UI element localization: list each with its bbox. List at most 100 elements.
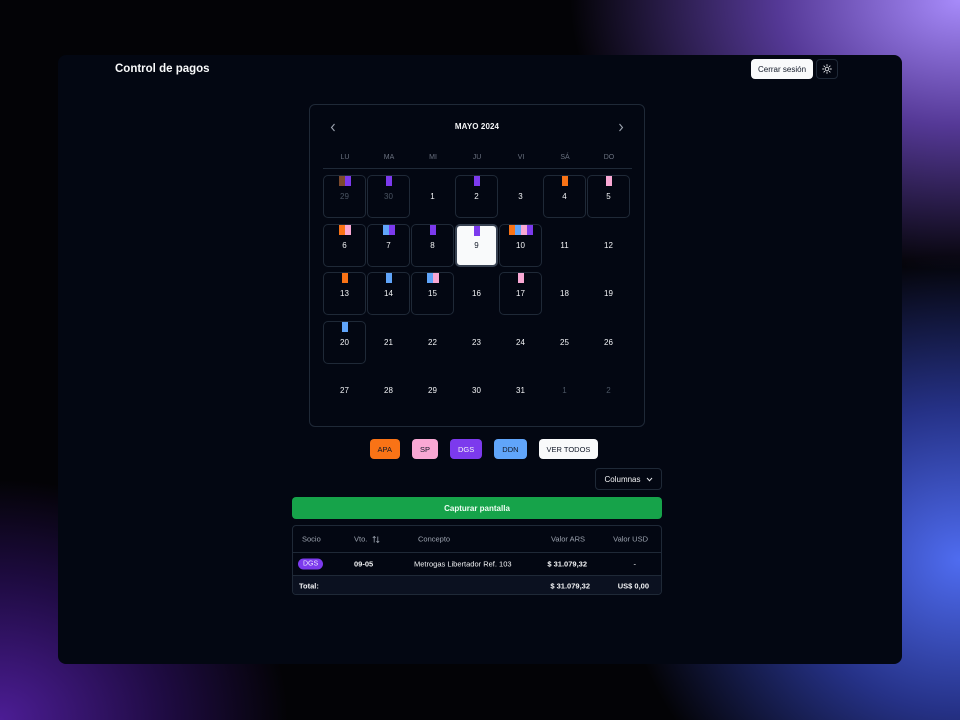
weekday-label: LU: [340, 154, 350, 161]
page-title: Control de pagos: [115, 63, 210, 75]
payment-marker: [473, 225, 480, 236]
filter-button-dgs[interactable]: DGS: [450, 439, 483, 459]
payment-markers: [412, 273, 453, 283]
calendar-day[interactable]: 30: [367, 175, 410, 218]
calendar-day[interactable]: 26: [587, 321, 630, 364]
value-ars-cell: $ 31.079,32: [547, 559, 587, 569]
calendar-day[interactable]: 2: [587, 369, 630, 412]
calendar-day[interactable]: 15: [411, 272, 454, 315]
payment-markers: [324, 224, 365, 235]
calendar-day[interactable]: 1: [411, 175, 454, 218]
day-number: 25: [560, 337, 569, 347]
day-number: 29: [340, 192, 349, 201]
table-header-row: Socio Vto. Concepto Valor ARS Valor USD: [293, 526, 661, 553]
column-header-vto[interactable]: Vto.: [354, 535, 380, 544]
filter-button-sp[interactable]: SP: [412, 439, 439, 459]
calendar-day[interactable]: 1: [543, 369, 586, 412]
calendar-day[interactable]: 8: [411, 223, 454, 267]
day-number: 30: [472, 386, 481, 395]
day-number: 24: [516, 337, 525, 347]
column-header-socio[interactable]: Socio: [302, 535, 321, 544]
calendar-day[interactable]: 3: [499, 175, 542, 218]
calendar-day[interactable]: 25: [543, 321, 586, 364]
filter-button-ver-todos[interactable]: VER TODOS: [538, 439, 599, 459]
payment-marker: [605, 176, 612, 186]
column-header-valor-usd[interactable]: Valor USD: [613, 535, 648, 544]
day-number: 27: [340, 386, 349, 395]
calendar-day[interactable]: 30: [455, 369, 498, 412]
calendar-day[interactable]: 13: [323, 272, 366, 315]
calendar-day[interactable]: 12: [587, 224, 630, 267]
partner-filter-bar: APA SP DGS DDN VER TODOS: [58, 439, 902, 459]
divider: [323, 168, 632, 169]
calendar-day[interactable]: 16: [455, 272, 498, 315]
logout-button[interactable]: Cerrar sesión: [751, 59, 814, 79]
payment-marker: [344, 224, 351, 235]
payment-markers: [500, 224, 541, 235]
weekday-label: MI: [429, 154, 437, 161]
day-number: 16: [472, 289, 481, 298]
day-number: 1: [430, 192, 435, 201]
payment-markers: [324, 176, 365, 186]
payment-markers: [368, 224, 409, 235]
calendar-day[interactable]: 22: [411, 321, 454, 364]
calendar-day[interactable]: 29: [323, 175, 366, 218]
column-header-valor-ars[interactable]: Valor ARS: [551, 535, 585, 544]
payment-marker: [388, 224, 395, 235]
columns-label: Columnas: [604, 474, 641, 484]
sort-icon: [372, 535, 380, 543]
day-number: 7: [386, 240, 391, 250]
calendar-day[interactable]: 19: [587, 272, 630, 315]
day-number: 11: [560, 240, 569, 250]
next-month-button[interactable]: [614, 120, 628, 134]
calendar-day[interactable]: 17: [499, 272, 542, 315]
filter-button-ddn[interactable]: DDN: [494, 439, 527, 459]
calendar-day-today[interactable]: 9: [455, 223, 498, 267]
payment-markers: [588, 176, 629, 186]
total-ars-cell: $ 31.079,32: [550, 581, 590, 591]
payment-marker: [526, 224, 533, 235]
calendar-day[interactable]: 10: [499, 223, 542, 267]
payment-markers: [544, 176, 585, 186]
calendar-day[interactable]: 4: [543, 175, 586, 218]
day-number: 20: [340, 337, 349, 347]
calendar-day[interactable]: 21: [367, 321, 410, 364]
capture-screen-button[interactable]: Capturar pantalla: [292, 497, 662, 519]
column-header-concepto[interactable]: Concepto: [418, 535, 450, 544]
calendar-day[interactable]: 23: [455, 321, 498, 364]
due-date-cell: 09-05: [354, 559, 374, 569]
weekday-label: SÁ: [560, 154, 570, 161]
calendar-day[interactable]: 11: [543, 224, 586, 267]
day-number: 18: [560, 289, 569, 298]
payment-markers: [412, 224, 453, 235]
day-number: 5: [606, 192, 611, 201]
payment-marker: [473, 176, 480, 186]
calendar-day[interactable]: 5: [587, 175, 630, 218]
table-row[interactable]: DGS 09-05 Metrogas Libertador Ref. 103 $…: [293, 553, 661, 576]
day-number: 3: [518, 192, 523, 201]
calendar-day[interactable]: 7: [367, 223, 410, 267]
filter-button-apa[interactable]: APA: [369, 439, 400, 459]
calendar-day[interactable]: 28: [367, 369, 410, 412]
month-label: MAYO 2024: [454, 122, 500, 131]
calendar-day[interactable]: 2: [455, 175, 498, 218]
day-number: 28: [384, 386, 393, 395]
calendar-day[interactable]: 6: [323, 223, 366, 267]
weekday-label: MA: [383, 154, 395, 161]
day-number: 31: [516, 386, 525, 395]
payment-marker: [429, 224, 436, 235]
columns-dropdown-button[interactable]: Columnas: [595, 468, 662, 490]
calendar-day[interactable]: 20: [323, 320, 366, 364]
calendar-day[interactable]: 31: [499, 369, 542, 412]
theme-toggle-button[interactable]: [816, 59, 838, 79]
day-number: 13: [340, 289, 349, 298]
calendar-day[interactable]: 29: [411, 369, 454, 412]
calendar-day[interactable]: 18: [543, 272, 586, 315]
calendar-day[interactable]: 27: [323, 369, 366, 412]
calendar-day[interactable]: 14: [367, 272, 410, 315]
day-number: 21: [384, 337, 393, 347]
day-number: 19: [604, 289, 613, 298]
table-footer-row: Total: $ 31.079,32 US$ 0,00: [293, 576, 661, 594]
calendar-day[interactable]: 24: [499, 321, 542, 364]
payment-marker: [517, 273, 524, 283]
